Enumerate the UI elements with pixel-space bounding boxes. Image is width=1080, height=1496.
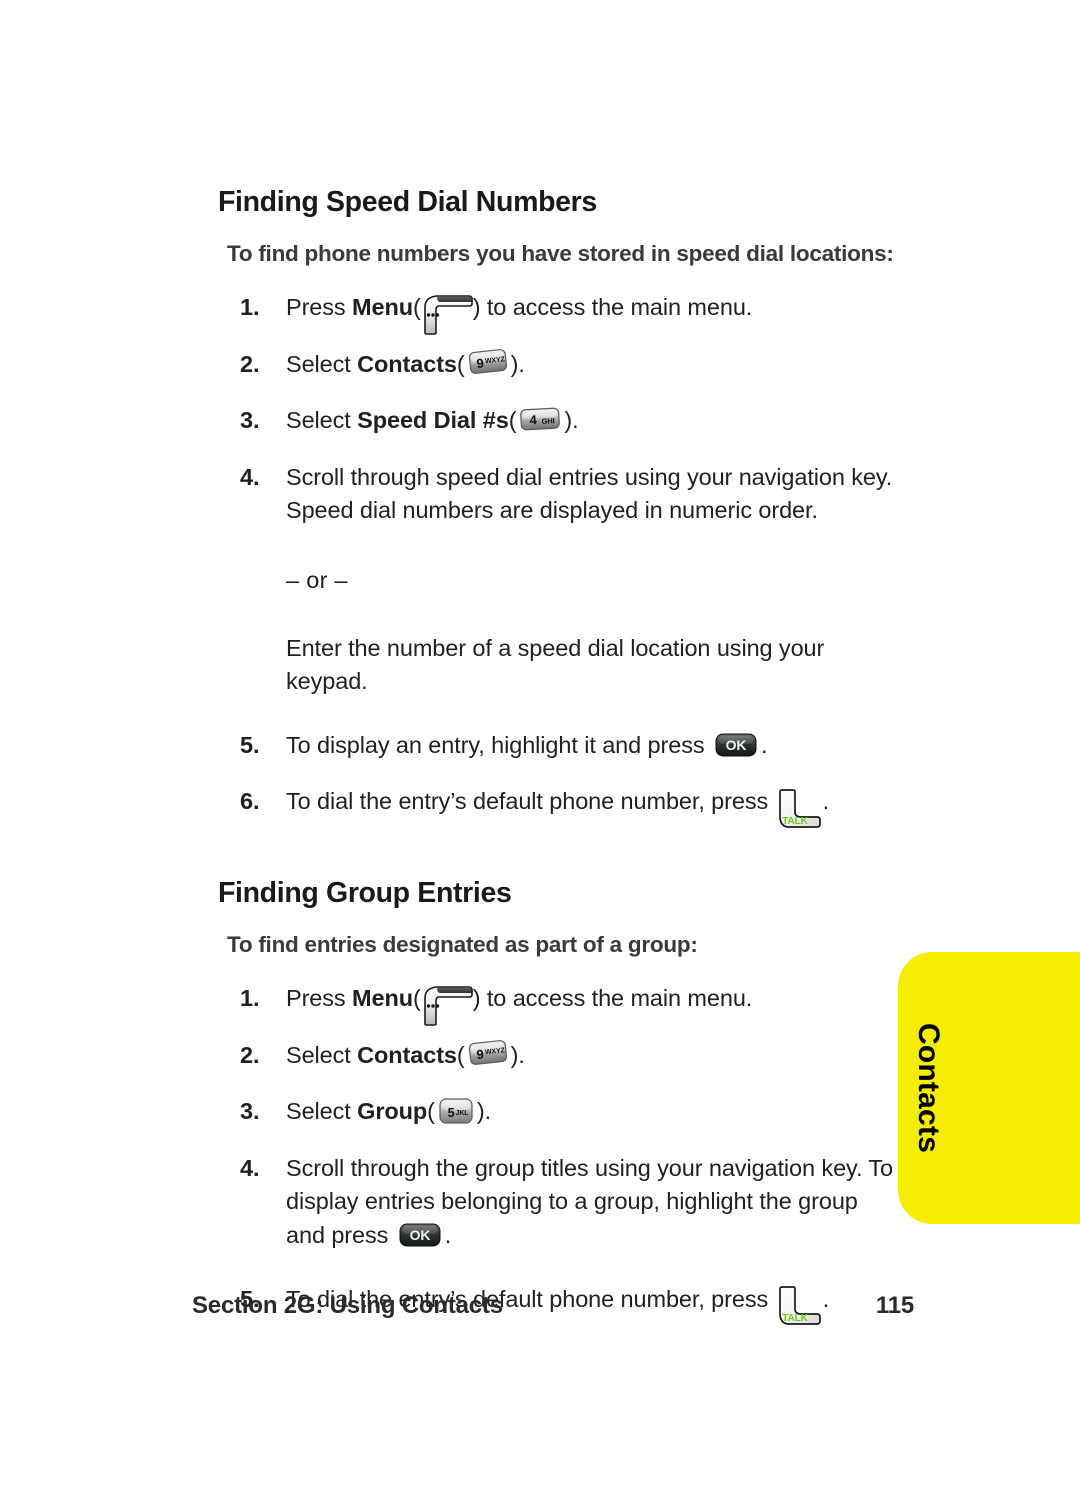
step-text: Press xyxy=(286,294,352,320)
step-item: 2. Select Contacts( 9 WXYZ). xyxy=(218,1039,898,1073)
step-text: To dial the entry’s default phone number… xyxy=(286,788,775,815)
paren-open: ( xyxy=(508,407,517,434)
steps-list-group-entries: 1. Press Menu() to access the main menu… xyxy=(218,982,898,1326)
ok-key-icon: OK xyxy=(397,1220,443,1250)
step-text-tail: . xyxy=(518,350,525,377)
step-text-tail: . xyxy=(484,1098,492,1125)
step-text: Scroll through speed dial entries using … xyxy=(286,463,893,524)
step-text: Select xyxy=(286,1098,358,1125)
step-item: 3. Select Group( 5 JKL ). xyxy=(218,1095,898,1129)
paren-close: ) xyxy=(564,407,573,434)
page-footer: Section 2G: Using Contacts 115 xyxy=(192,1292,914,1320)
section-lead-speed-dial: To find phone numbers you have stored in… xyxy=(227,241,894,266)
menu-softkey-icon xyxy=(421,984,473,1026)
or-divider: – or – xyxy=(286,566,348,593)
alternative-text: Enter the number of a speed dial locatio… xyxy=(286,634,825,695)
step-number: 6. xyxy=(240,788,260,815)
step-text: Select xyxy=(286,407,358,434)
section-heading-group-entries: Finding Group Entries xyxy=(218,876,512,909)
step-text-tail: . xyxy=(518,1041,525,1068)
svg-text:5: 5 xyxy=(447,1106,454,1120)
page-content: Finding Speed Dial Numbers To find phone… xyxy=(218,186,898,1326)
svg-text:JKL: JKL xyxy=(455,1110,469,1117)
paren-open: ( xyxy=(456,350,465,377)
step-text-tail: . xyxy=(822,788,830,815)
section-lead-group-entries: To find entries designated as part of a … xyxy=(227,931,698,957)
step-text-tail: . xyxy=(760,731,768,758)
step-bold-term: Menu xyxy=(352,294,413,320)
alternative-block: – or – Enter the number of a speed dial … xyxy=(286,564,898,699)
step-number: 5. xyxy=(240,731,260,758)
step-bold-term: Menu xyxy=(352,984,413,1011)
key-4-ghi-icon: 4 GHI xyxy=(517,404,563,434)
step-number: 1. xyxy=(240,984,260,1011)
step-item: 2. Select Contacts( 9 WXYZ). xyxy=(218,348,898,382)
step-bold-term: Group xyxy=(357,1098,428,1125)
svg-text:TALK: TALK xyxy=(782,816,808,827)
step-text-tail: . xyxy=(572,407,579,434)
ok-key-icon: OK xyxy=(713,730,759,760)
step-text: Select xyxy=(286,350,358,377)
key-9-wxyz-icon: 9 WXYZ xyxy=(466,346,510,378)
step-item: 5. To display an entry, highlight it and … xyxy=(218,729,898,763)
step-number: 2. xyxy=(240,350,260,377)
step-bold-term: Contacts xyxy=(357,350,457,377)
step-item: 1. Press Menu() to access the main menu… xyxy=(218,982,898,1026)
step-number: 2. xyxy=(240,1041,260,1068)
step-bold-term: Contacts xyxy=(357,1041,457,1068)
talk-key-icon: TALK xyxy=(777,787,823,831)
key-5-jkl-icon: 5 JKL xyxy=(436,1094,476,1128)
paren-open: ( xyxy=(412,984,421,1011)
svg-text:OK: OK xyxy=(409,1227,430,1243)
svg-text:GHI: GHI xyxy=(542,417,556,427)
step-item: 4. Scroll through the group titles using … xyxy=(218,1152,898,1253)
step-item: 6. To dial the entry’s default phone numb… xyxy=(218,785,898,828)
step-item: 1. Press Menu() to access the main menu… xyxy=(218,291,898,335)
side-tab-label: Contacts xyxy=(912,1023,945,1153)
step-text: Press xyxy=(286,984,352,1011)
manual-page: Contacts Finding Speed Dial Numbers To f… xyxy=(0,0,1080,1496)
step-number: 1. xyxy=(240,294,260,320)
step-bold-term: Speed Dial #s xyxy=(357,407,509,434)
paren-open: ( xyxy=(412,294,421,320)
footer-page-number: 115 xyxy=(875,1292,914,1319)
step-text-tail: . xyxy=(444,1221,452,1248)
menu-softkey-icon xyxy=(421,293,473,335)
step-text: Select xyxy=(286,1041,358,1068)
svg-text:OK: OK xyxy=(726,737,747,753)
side-tab-contacts: Contacts xyxy=(898,952,1080,1224)
step-text-tail: to access the main menu. xyxy=(480,984,753,1011)
paren-open: ( xyxy=(456,1041,465,1068)
steps-list-speed-dial: 1. Press Menu() to access the main menu… xyxy=(218,291,898,828)
step-item: 4. Scroll through speed dial entries usin… xyxy=(218,461,898,699)
step-number: 3. xyxy=(240,407,260,434)
paren-open: ( xyxy=(427,1098,435,1125)
footer-section-label: Section 2G: Using Contacts xyxy=(192,1292,503,1319)
section-heading-speed-dial: Finding Speed Dial Numbers xyxy=(218,186,597,218)
step-number: 4. xyxy=(240,463,260,490)
step-number: 4. xyxy=(240,1154,260,1181)
step-text-tail: to access the main menu. xyxy=(480,294,753,320)
key-9-wxyz-icon: 9 WXYZ xyxy=(466,1037,510,1069)
step-item: 3. Select Speed Dial #s( 4 GHI). xyxy=(218,404,898,438)
step-text: Scroll through the group titles using yo… xyxy=(286,1154,894,1248)
step-text: To display an entry, highlight it and pr… xyxy=(286,731,711,758)
step-number: 3. xyxy=(240,1098,260,1125)
paren-close: ) xyxy=(476,1098,485,1125)
